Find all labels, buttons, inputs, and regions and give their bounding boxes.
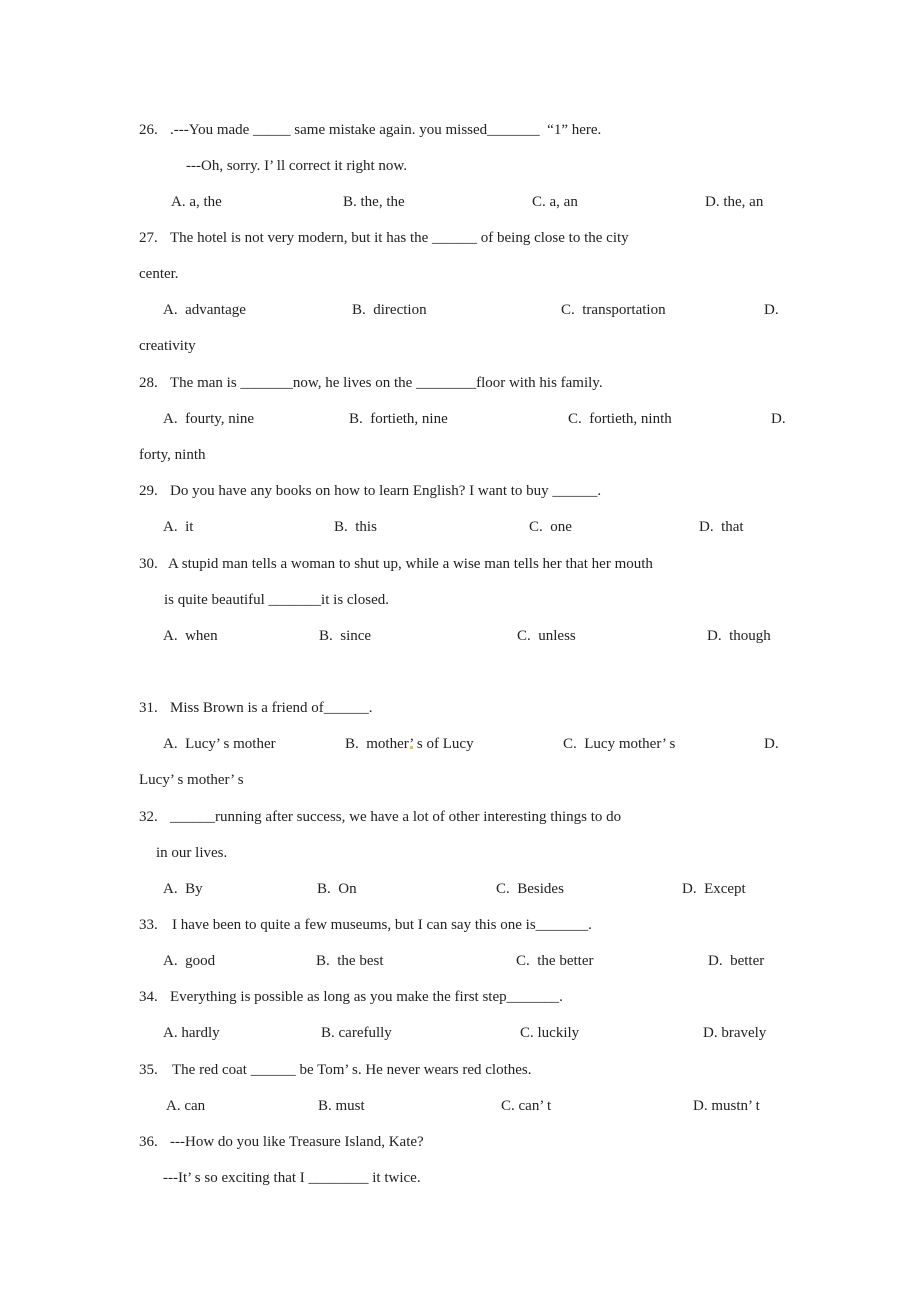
option-d: D. — [764, 302, 779, 318]
question-text: The man is _______now, he lives on the _… — [170, 375, 603, 391]
option-d: D. — [764, 736, 779, 752]
option-a: A. hardly — [163, 1025, 220, 1041]
option-c: C. a, an — [532, 194, 578, 210]
option-b: B. mother’ s of Lucy — [345, 736, 474, 752]
option-b: B. since — [319, 628, 372, 644]
question-text: Miss Brown is a friend of______. — [170, 700, 373, 716]
option-b: B. the best — [316, 953, 384, 969]
option-a: A. By — [163, 881, 203, 897]
option-b: B. fortieth, nine — [349, 411, 448, 427]
cursor-marker — [410, 746, 413, 749]
option-c: C. can’ t — [501, 1098, 552, 1114]
option-b: B. must — [318, 1098, 365, 1114]
question-text: ---Oh, sorry. I’ ll correct it right now… — [186, 158, 408, 174]
option-a: A. a, the — [171, 194, 222, 210]
question-number: 34. — [139, 989, 158, 1005]
question-text: A stupid man tells a woman to shut up, w… — [168, 556, 653, 572]
question-text: center. — [139, 266, 179, 282]
option-b: B. carefully — [321, 1025, 392, 1041]
option-d: D. the, an — [705, 194, 764, 210]
question-text: ---How do you like Treasure Island, Kate… — [170, 1134, 424, 1150]
option-a: A. it — [163, 519, 194, 535]
question-text: The hotel is not very modern, but it has… — [170, 230, 629, 246]
option-d-text: Lucy’ s mother’ s — [139, 772, 244, 788]
option-c: C. transportation — [561, 302, 666, 318]
question-number: 30. — [139, 556, 158, 572]
option-d: D. that — [699, 519, 744, 535]
question-number: 33. — [139, 917, 158, 933]
option-a: A. Lucy’ s mother — [163, 736, 276, 752]
question-number: 31. — [139, 700, 158, 716]
option-d: D. bravely — [703, 1025, 767, 1041]
question-number: 27. — [139, 230, 158, 246]
option-c: C. one — [529, 519, 572, 535]
question-number: 29. — [139, 483, 158, 499]
question-text: .---You made _____ same mistake again. y… — [170, 122, 602, 138]
question-number: 32. — [139, 809, 158, 825]
option-c: C. the better — [516, 953, 594, 969]
question-number: 35. — [139, 1062, 158, 1078]
question-text: Do you have any books on how to learn En… — [170, 483, 602, 499]
option-d: D. mustn’ t — [693, 1098, 760, 1114]
question-text: is quite beautiful _______it is closed. — [164, 592, 389, 608]
option-d: D. though — [707, 628, 771, 644]
option-c: C. Lucy mother’ s — [563, 736, 676, 752]
option-d: D. Except — [682, 881, 746, 897]
option-b: B. this — [334, 519, 377, 535]
option-c: C. Besides — [496, 881, 564, 897]
option-a: A. advantage — [163, 302, 246, 318]
question-text: I have been to quite a few museums, but … — [172, 917, 592, 933]
option-a: A. fourty, nine — [163, 411, 255, 427]
option-c: C. unless — [517, 628, 576, 644]
option-a: A. can — [166, 1098, 206, 1114]
option-b: B. the, the — [343, 194, 405, 210]
question-text: ______running after success, we have a l… — [170, 809, 622, 825]
question-text: in our lives. — [156, 845, 228, 861]
option-c: C. fortieth, ninth — [568, 411, 672, 427]
question-number: 28. — [139, 375, 158, 391]
question-text: Everything is possible as long as you ma… — [170, 989, 563, 1005]
option-d-text: creativity — [139, 338, 196, 354]
option-a: A. good — [163, 953, 216, 969]
question-number: 26. — [139, 122, 158, 138]
option-d: D. better — [708, 953, 765, 969]
option-b: B. direction — [352, 302, 427, 318]
question-text: The red coat ______ be Tom’ s. He never … — [172, 1062, 532, 1078]
question-text: ---It’ s so exciting that I ________ it … — [163, 1170, 421, 1186]
option-c: C. luckily — [520, 1025, 580, 1041]
question-number: 36. — [139, 1134, 158, 1150]
option-b: B. On — [317, 881, 357, 897]
option-d-text: forty, ninth — [139, 447, 206, 463]
option-d: D. — [771, 411, 786, 427]
option-a: A. when — [163, 628, 218, 644]
